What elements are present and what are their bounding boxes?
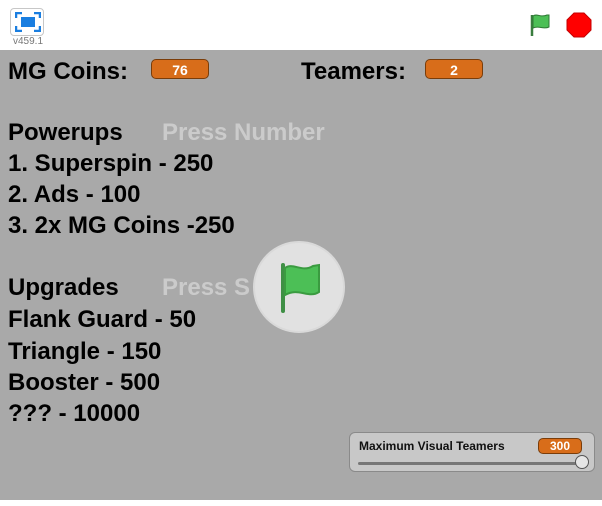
upgrade-item: Booster - 500 xyxy=(8,369,161,396)
mg-coins-label: MG Coins: xyxy=(8,58,128,85)
teamers-label: Teamers: xyxy=(301,58,406,85)
powerup-item: 2. Ads - 100 xyxy=(8,181,141,208)
player-toolbar: v459.1 xyxy=(0,0,602,51)
upgrade-item: Triangle - 150 xyxy=(8,338,162,365)
green-flag-icon xyxy=(281,263,320,313)
slider-handle[interactable] xyxy=(575,455,589,469)
powerup-item: 3. 2x MG Coins -250 xyxy=(8,212,235,239)
powerup-item: 1. Superspin - 250 xyxy=(8,150,214,177)
version-label: v459.1 xyxy=(13,36,44,47)
slider-value: 300 xyxy=(538,438,582,454)
slider-monitor: Maximum Visual Teamers 300 xyxy=(349,432,595,472)
fullscreen-icon xyxy=(15,12,41,32)
powerups-heading: Powerups xyxy=(8,119,123,146)
powerups-hint: Press Number xyxy=(162,119,325,146)
fullscreen-button[interactable] xyxy=(10,8,44,36)
upgrade-item: ??? - 10000 xyxy=(8,400,141,427)
stop-button[interactable] xyxy=(566,12,592,38)
mg-coins-value: 76 xyxy=(151,59,209,79)
slider-label: Maximum Visual Teamers xyxy=(359,439,505,453)
start-overlay-button[interactable] xyxy=(253,241,345,333)
green-flag-icon xyxy=(530,14,550,36)
teamers-value: 2 xyxy=(425,59,483,79)
stop-sign-icon xyxy=(566,12,592,38)
upgrade-item: Flank Guard - 50 xyxy=(8,306,197,333)
green-flag-button[interactable] xyxy=(528,12,554,38)
upgrades-heading: Upgrades xyxy=(8,274,119,301)
upgrades-hint: Press S xyxy=(162,274,251,301)
slider-track[interactable] xyxy=(358,462,584,465)
